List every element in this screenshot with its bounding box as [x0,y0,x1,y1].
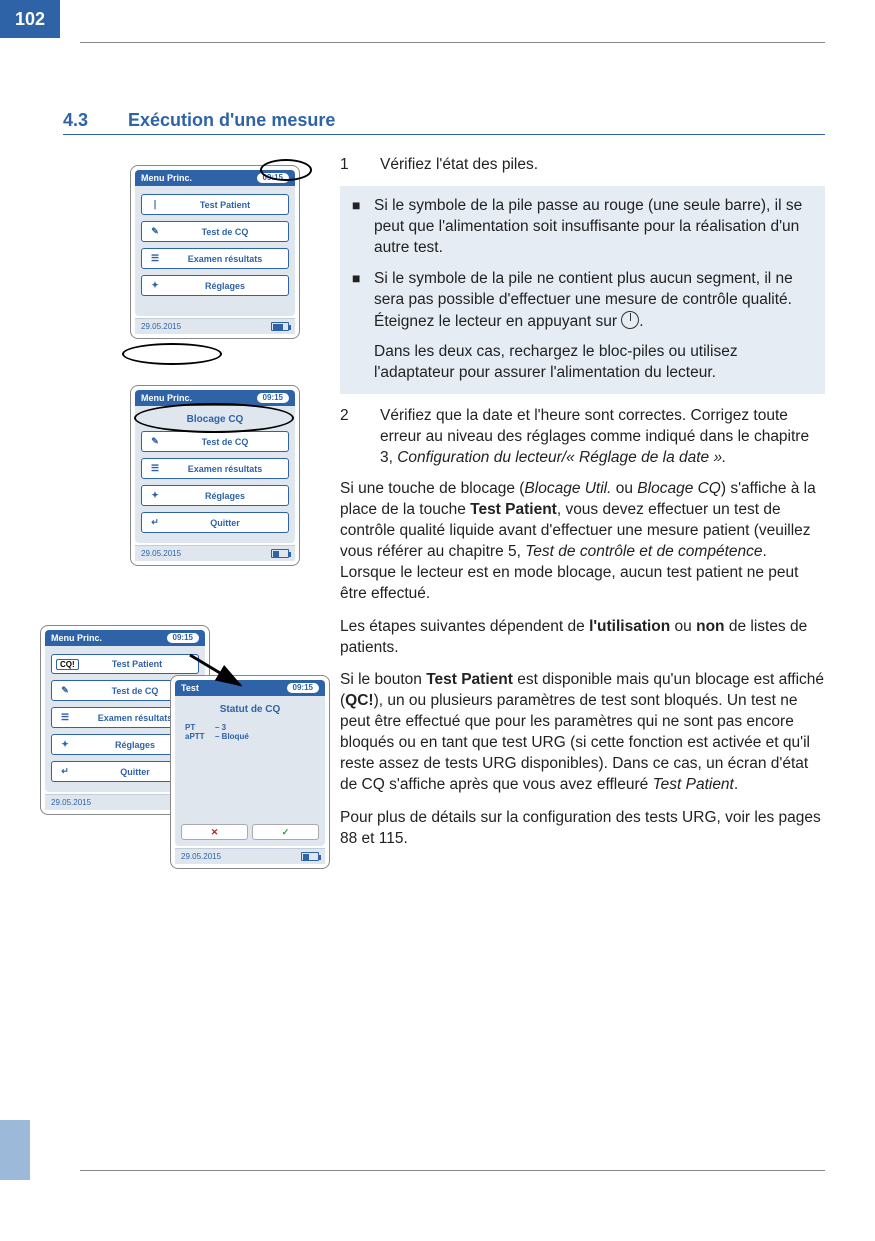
square-bullet-icon: ■ [352,269,374,333]
note-item-1-text: Si le symbole de la pile passe au rouge … [374,196,813,259]
check-icon: ✓ [282,827,290,838]
dropper-icon: ✎ [58,685,72,696]
section-heading: 4.3 Exécution d'une mesure [63,110,335,131]
device-1-btn-test-cq[interactable]: ✎ Test de CQ [141,221,289,242]
note-item-1: ■ Si le symbole de la pile passe au roug… [352,196,813,259]
wrench-icon: ✦ [148,490,162,501]
device-2-btn-quit[interactable]: ↵ Quitter [141,512,289,533]
heading-number: 4.3 [63,110,123,131]
device-4-header: Test 09:15 [175,680,325,696]
device-2-btn-settings[interactable]: ✦ Réglages [141,485,289,506]
device-1-footer: 29.05.2015 [135,318,295,334]
device-2-header: Menu Princ. 09:15 [135,390,295,406]
top-rule [80,42,825,43]
note-item-2: ■ Si le symbole de la pile ne contient p… [352,269,813,333]
cross-icon: ✕ [211,827,219,838]
battery-icon [301,852,319,861]
back-arrow-icon: ↵ [148,517,162,528]
cq-warning-badge: CQ! [56,659,79,670]
left-margin-stripe [0,1120,30,1180]
device-4-title: Test [181,683,199,693]
page-number-tab: 102 [0,0,60,38]
battery-icon [271,549,289,558]
paragraph-3: Si le bouton Test Patient est disponible… [340,670,825,796]
device-3-header: Menu Princ. 09:15 [45,630,205,646]
step-1-number: 1 [340,155,380,176]
device-2-body: Blocage CQ ✎ Test de CQ ☰ Examen résulta… [135,406,295,543]
body-text-column: 1 Vérifiez l'état des piles. ■ Si le sym… [340,155,825,862]
results-icon: ☰ [58,712,72,723]
step-2-number: 2 [340,406,380,469]
step-2: 2 Vérifiez que la date et l'heure sont c… [340,406,825,469]
wrench-icon: ✦ [148,280,162,291]
battery-icon [271,322,289,331]
heading-title: Exécution d'une mesure [128,110,335,130]
test-strip-icon: ❘ [148,199,162,210]
step-1-text: Vérifiez l'état des piles. [380,155,538,176]
device-2-footer: 29.05.2015 [135,545,295,561]
heading-rule [63,134,825,135]
square-bullet-icon: ■ [352,196,374,259]
note-box: ■ Si le symbole de la pile passe au roug… [340,186,825,394]
device-1-date: 29.05.2015 [141,322,181,331]
device-4-date: 29.05.2015 [181,852,221,861]
power-icon [621,311,639,329]
results-icon: ☰ [148,253,162,264]
dropper-icon: ✎ [148,226,162,237]
device-4-param-aptt: aPTT – Bloqué [185,732,315,741]
device-4-params: PT – 3 aPTT – Bloqué [181,721,319,743]
device-2-date: 29.05.2015 [141,549,181,558]
device-2-btn-test-cq[interactable]: ✎ Test de CQ [141,431,289,452]
device-screen-4: Test 09:15 Statut de CQ PT – 3 aPTT – Bl… [170,675,330,869]
bottom-rule [80,1170,825,1171]
device-2-title: Menu Princ. [141,393,192,403]
device-2-btn-results[interactable]: ☰ Examen résultats [141,458,289,479]
note-item-2-text: Si le symbole de la pile ne contient plu… [374,269,813,333]
highlight-circle-date [122,343,222,365]
device-4-param-pt: PT – 3 [185,723,315,732]
paragraph-2: Les étapes suivantes dépendent de l'util… [340,617,825,659]
device-1-btn-test-patient[interactable]: ❘ Test Patient [141,194,289,215]
device-1-time: 09:15 [257,173,289,183]
device-1-btn-settings[interactable]: ✦ Réglages [141,275,289,296]
note-tail-text: Dans les deux cas, rechargez le bloc-pil… [374,342,813,384]
device-1-btn-results[interactable]: ☰ Examen résultats [141,248,289,269]
dropper-icon: ✎ [148,436,162,447]
device-screen-2: Menu Princ. 09:15 Blocage CQ ✎ Test de C… [130,385,300,566]
device-2-blocage-title: Blocage CQ [141,414,289,425]
back-arrow-icon: ↵ [58,766,72,777]
device-3-btn-test-patient[interactable]: CQ! Test Patient [51,654,199,674]
device-3-title: Menu Princ. [51,633,102,643]
device-4-body: Statut de CQ PT – 3 aPTT – Bloqué ✕ ✓ [175,696,325,846]
device-3-time: 09:15 [167,633,199,643]
device-1-header: Menu Princ. 09:15 [135,170,295,186]
step-1: 1 Vérifiez l'état des piles. [340,155,825,176]
step-2-text: Vérifiez que la date et l'heure sont cor… [380,406,825,469]
paragraph-4: Pour plus de détails sur la configuratio… [340,808,825,850]
paragraph-1: Si une touche de blocage (Blocage Util. … [340,479,825,605]
device-4-time: 09:15 [287,683,319,693]
device-1-title: Menu Princ. [141,173,192,183]
device-4-cancel-button[interactable]: ✕ [181,824,248,840]
results-icon: ☰ [148,463,162,474]
device-4-status-title: Statut de CQ [181,704,319,715]
device-1-body: ❘ Test Patient ✎ Test de CQ ☰ Examen rés… [135,186,295,316]
wrench-icon: ✦ [58,739,72,750]
device-3-date: 29.05.2015 [51,798,91,807]
device-4-footer: 29.05.2015 [175,848,325,864]
device-2-time: 09:15 [257,393,289,403]
device-4-actions: ✕ ✓ [181,824,319,840]
device-screen-1: Menu Princ. 09:15 ❘ Test Patient ✎ Test … [130,165,300,339]
device-4-confirm-button[interactable]: ✓ [252,824,319,840]
